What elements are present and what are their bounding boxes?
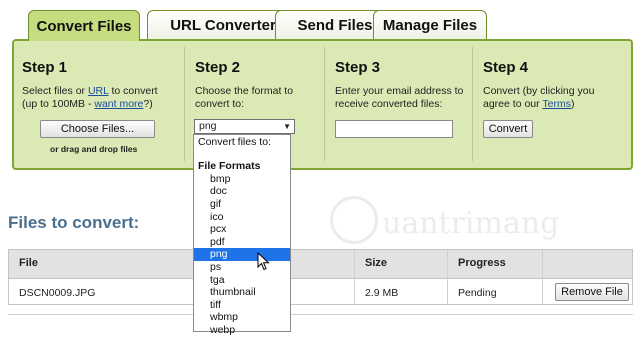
column-divider [354, 250, 355, 304]
dropdown-option-ps[interactable]: ps [194, 261, 290, 274]
dropdown-option-tga[interactable]: tga [194, 274, 290, 287]
convert-panel: Step 1 Select files or URL to convert (u… [12, 39, 633, 170]
convert-button[interactable]: Convert [483, 120, 533, 138]
step-divider [472, 47, 473, 161]
terms-link[interactable]: Terms [542, 98, 571, 110]
dropdown-arrow-icon: ▼ [283, 122, 291, 131]
watermark-logo: uantrimang [330, 196, 559, 248]
format-dropdown-list[interactable]: Convert files to: File Formats bmp doc gif… [193, 134, 291, 336]
dropdown-option-wbmp[interactable]: wbmp [194, 311, 290, 324]
column-divider [447, 250, 448, 304]
tab-manage-files[interactable]: Manage Files [373, 10, 487, 40]
choose-files-button[interactable]: Choose Files... [40, 120, 155, 138]
step-1-text: to convert [108, 85, 158, 97]
files-to-convert-heading: Files to convert: [8, 213, 140, 232]
dropdown-group-label: File Formats [198, 160, 261, 172]
step-3-text: receive converted files: [335, 98, 443, 110]
watermark-text: uantrimang [382, 206, 560, 241]
mouse-pointer-icon [257, 252, 270, 271]
want-more-link[interactable]: want more [94, 98, 143, 110]
step-1-text: Select files or [22, 85, 88, 97]
dropdown-header: Convert files to: [198, 136, 271, 148]
email-field[interactable] [335, 120, 453, 138]
column-header-progress: Progress [458, 257, 506, 269]
row-progress: Pending [458, 287, 497, 299]
step-divider [324, 47, 325, 161]
dropdown-option-pdf[interactable]: pdf [194, 236, 290, 249]
step-divider [184, 47, 185, 161]
column-header-file: File [19, 257, 38, 269]
step-1-text: (up to 100MB - [22, 98, 95, 110]
dropdown-option-png[interactable]: png [194, 248, 290, 261]
step-4-desc: Convert (by clicking you agree to our Te… [483, 85, 594, 111]
format-select[interactable]: png ▼ [194, 119, 295, 134]
table-bottom-border [8, 314, 633, 315]
step-1-text: ?) [143, 98, 153, 110]
format-select-value: png [199, 120, 217, 132]
url-link[interactable]: URL [88, 85, 109, 97]
tab-convert-files[interactable]: Convert Files [28, 10, 140, 41]
dropdown-option-webp[interactable]: webp [194, 324, 290, 337]
row-file-size: 2.9 MB [365, 287, 399, 299]
step-3-desc: Enter your email address to receive conv… [335, 85, 463, 111]
column-divider [542, 250, 543, 304]
step-2-desc: Choose the format to convert to: [195, 85, 293, 111]
step-1-title: Step 1 [22, 59, 68, 76]
dropdown-option-gif[interactable]: gif [194, 198, 290, 211]
step-4-text: ) [570, 98, 575, 110]
column-header-size: Size [365, 257, 388, 269]
step-2-text: Choose the format to [195, 85, 294, 97]
row-file-name: DSCN0009.JPG [19, 287, 96, 299]
step-2-text: convert to: [195, 98, 245, 110]
step-4-text: agree to our [483, 98, 543, 110]
step-4: Step 4 Convert (by clicking you agree to… [483, 51, 623, 161]
dropdown-option-doc[interactable]: doc [194, 185, 290, 198]
step-4-text: Convert (by clicking you [483, 85, 595, 97]
step-3-title: Step 3 [335, 59, 381, 76]
files-table: File Size Progress DSCN0009.JPG 2.9 MB P… [8, 249, 633, 305]
dropdown-option-pcx[interactable]: pcx [194, 223, 290, 236]
table-header [9, 250, 632, 279]
drag-drop-note: or drag and drop files [50, 144, 138, 154]
step-3-text: Enter your email address to [335, 85, 464, 97]
step-3: Step 3 Enter your email address to recei… [335, 51, 475, 161]
dropdown-option-tiff[interactable]: tiff [194, 299, 290, 312]
dropdown-option-ico[interactable]: ico [194, 211, 290, 224]
remove-file-button[interactable]: Remove File [555, 283, 629, 301]
step-4-title: Step 4 [483, 59, 529, 76]
dropdown-option-thumbnail[interactable]: thumbnail [194, 286, 290, 299]
watermark-circle-icon [330, 196, 378, 244]
step-2-title: Step 2 [195, 59, 241, 76]
dropdown-option-bmp[interactable]: bmp [194, 173, 290, 186]
step-1-desc: Select files or URL to convert (up to 10… [22, 85, 158, 111]
